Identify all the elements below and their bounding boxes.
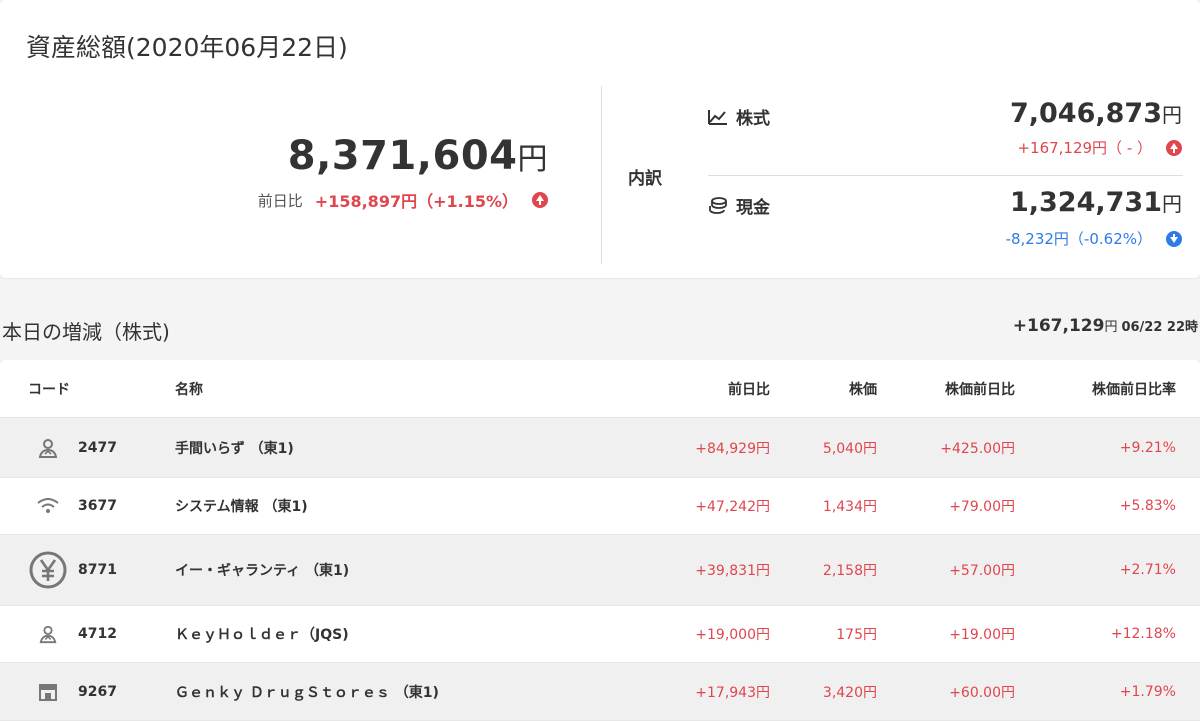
stock-price: 175円: [836, 627, 877, 643]
header-code[interactable]: コード: [0, 379, 175, 399]
total-asset-amount: 8,371,604円: [288, 133, 548, 179]
total-asset-diff: 前日比 +158,897円（+1.15%）: [258, 188, 548, 212]
stock-code: 4712: [78, 626, 117, 642]
cash-diff-value: -8,232円（-0.62%）: [1005, 230, 1152, 248]
person-icon: [28, 437, 68, 459]
yen-icon: [28, 550, 68, 590]
stock-diff: +17,943円: [695, 684, 770, 701]
stock-name[interactable]: 手間いらず （東1): [175, 438, 595, 458]
stock-name[interactable]: ＫｅｙＨｏｌｄｅｒ（JQS): [175, 624, 595, 644]
stock-price-diff: +425.00円: [940, 440, 1015, 457]
stocks-diff: +167,129円（ - ）: [1017, 137, 1182, 158]
stock-name[interactable]: イー・ギャランティ （東1): [175, 560, 595, 580]
stocks-amount: 7,046,873円: [1010, 98, 1182, 129]
person-icon: [28, 624, 68, 644]
stocks-label-text: 株式: [736, 109, 770, 129]
stocks-amount-value: 7,046,873: [1009, 98, 1162, 129]
row-code-cell: 4712: [0, 624, 175, 644]
total-asset-value: 8,371,604: [287, 133, 518, 179]
row-code-cell: 9267: [0, 682, 175, 702]
stock-price: 2,158円: [822, 563, 877, 579]
stock-price: 5,040円: [822, 440, 877, 457]
stock-name[interactable]: システム情報 （東1): [175, 496, 595, 516]
cash-diff: -8,232円（-0.62%）: [1006, 228, 1182, 249]
stock-price-diff: +57.00円: [949, 563, 1015, 579]
daily-change-value: +167,129: [1012, 316, 1105, 336]
table-row[interactable]: 9267 Ｇｅｎｋｙ ＤｒｕｇＳｔｏｒｅｓ （東1) +17,943円 3,42…: [0, 663, 1200, 721]
diff-label: 前日比: [257, 191, 303, 210]
store-icon: [28, 682, 68, 702]
stocks-amount-yen: 円: [1162, 103, 1182, 127]
table-row[interactable]: 4712 ＫｅｙＨｏｌｄｅｒ（JQS) +19,000円 175円 +19.00…: [0, 606, 1200, 663]
cash-amount-yen: 円: [1162, 192, 1182, 216]
daily-change-timestamp: 06/22 22時: [1121, 320, 1198, 335]
header-price[interactable]: 株価: [770, 379, 877, 399]
daily-change-title: 本日の増減（株式): [2, 320, 170, 344]
table-header: コード 名称 前日比 株価 株価前日比 株価前日比率: [0, 360, 1200, 418]
coins-icon: [709, 196, 727, 214]
arrow-down-icon: [1166, 230, 1182, 247]
vertical-divider: [601, 86, 602, 264]
asset-summary-title: 資産総額(2020年06月22日): [26, 33, 348, 62]
table-row[interactable]: 8771 イー・ギャランティ （東1) +39,831円 2,158円 +57.…: [0, 535, 1200, 606]
stock-code: 9267: [78, 683, 117, 700]
stock-diff: +84,929円: [695, 440, 770, 457]
table-row[interactable]: 3677 システム情報 （東1) +47,242円 1,434円 +79.00円…: [0, 478, 1200, 535]
stock-diff: +47,242円: [695, 499, 770, 515]
stock-price-rate: +5.83%: [1119, 498, 1176, 514]
row-code-cell: 2477: [0, 437, 175, 459]
table-row[interactable]: 2477 手間いらず （東1) +84,929円 5,040円 +425.00円…: [0, 418, 1200, 478]
breakdown-divider: [708, 175, 1183, 176]
stock-price-rate: +2.71%: [1119, 562, 1176, 578]
wifi-icon: [28, 497, 68, 515]
stock-code: 8771: [78, 562, 117, 578]
diff-value: +158,897円（+1.15%）: [314, 192, 518, 211]
holdings-table: コード 名称 前日比 株価 株価前日比 株価前日比率 2477 手間いらず （東…: [0, 360, 1200, 721]
chart-icon: [708, 109, 727, 125]
asset-summary-card: 資産総額(2020年06月22日) 8,371,604円 前日比 +158,89…: [0, 0, 1200, 278]
header-price-rate[interactable]: 株価前日比率: [1015, 379, 1176, 399]
header-diff[interactable]: 前日比: [595, 379, 770, 399]
stock-price-diff: +19.00円: [949, 627, 1015, 643]
stock-price-rate: +1.79%: [1119, 683, 1176, 700]
stock-price-diff: +60.00円: [949, 684, 1015, 701]
stock-diff: +19,000円: [695, 627, 770, 643]
stock-price-rate: +12.18%: [1110, 626, 1176, 642]
cash-amount-value: 1,324,731: [1009, 187, 1162, 218]
stocks-diff-value: +167,129円（ - ）: [1017, 139, 1152, 157]
arrow-up-icon: [1166, 139, 1182, 156]
header-price-diff[interactable]: 株価前日比: [877, 379, 1015, 399]
stock-name[interactable]: Ｇｅｎｋｙ ＤｒｕｇＳｔｏｒｅｓ （東1): [175, 682, 595, 702]
stock-price: 3,420円: [822, 684, 877, 701]
total-asset-yen: 円: [517, 142, 548, 177]
header-name[interactable]: 名称: [175, 379, 595, 399]
breakdown-stocks-label: 株式: [708, 104, 770, 129]
daily-change-yen: 円: [1104, 320, 1118, 335]
stock-diff: +39,831円: [695, 563, 770, 579]
stock-price: 1,434円: [822, 499, 877, 515]
stock-code: 3677: [78, 498, 117, 514]
breakdown-cash-label: 現金: [708, 193, 770, 218]
daily-change-total: +167,129円 06/22 22時: [1013, 316, 1198, 336]
cash-label-text: 現金: [736, 198, 770, 218]
row-code-cell: 3677: [0, 497, 175, 515]
breakdown-label: 内訳: [628, 169, 662, 189]
stock-price-rate: +9.21%: [1119, 439, 1176, 456]
cash-amount: 1,324,731円: [1010, 187, 1182, 218]
row-code-cell: 8771: [0, 550, 175, 590]
stock-price-diff: +79.00円: [949, 499, 1015, 515]
arrow-up-icon: [532, 192, 548, 208]
stock-code: 2477: [78, 439, 117, 456]
